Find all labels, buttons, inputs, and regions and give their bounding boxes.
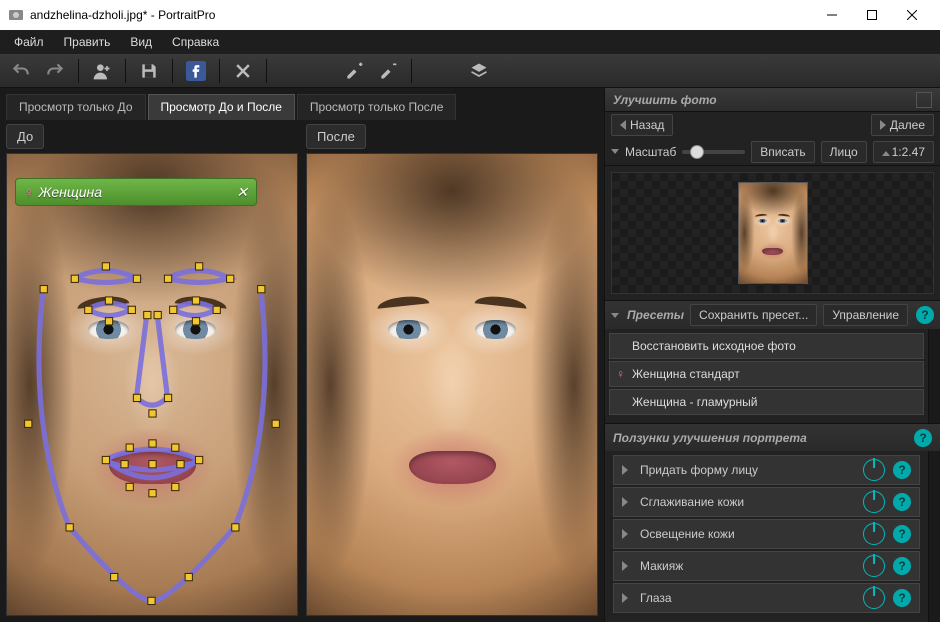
- window-titlebar: andzhelina-dzholi.jpg* - PortraitPro: [0, 0, 940, 30]
- menu-file[interactable]: Файл: [4, 32, 54, 52]
- pane-after-label: После: [306, 124, 366, 149]
- window-title: andzhelina-dzholi.jpg* - PortraitPro: [30, 8, 812, 22]
- zoom-slider[interactable]: [682, 150, 745, 154]
- expand-icon: [622, 465, 634, 475]
- preset-item[interactable]: ♀Женщина стандарт: [609, 361, 924, 387]
- presets-collapse-icon[interactable]: [611, 313, 619, 318]
- panel-detach-icon[interactable]: [916, 92, 932, 108]
- right-panel: Улучшить фото Назад Далее Масштаб Вписат…: [604, 88, 940, 622]
- facebook-button[interactable]: [181, 57, 211, 85]
- sliders-help-icon[interactable]: ?: [914, 429, 932, 447]
- tab-before-only[interactable]: Просмотр только До: [6, 94, 146, 120]
- navigator-thumbnail[interactable]: [611, 172, 934, 294]
- redo-button[interactable]: [40, 57, 70, 85]
- presets-scrollbar[interactable]: [928, 329, 940, 423]
- panel-header: Улучшить фото: [605, 88, 940, 112]
- expand-icon: [622, 593, 634, 603]
- expand-icon: [622, 497, 634, 507]
- pane-after: После: [306, 124, 598, 616]
- undo-button[interactable]: [6, 57, 36, 85]
- gender-label: Женщина: [39, 184, 103, 200]
- slider-group[interactable]: Макияж?: [613, 551, 920, 581]
- back-button[interactable]: Назад: [611, 114, 673, 136]
- back-label: Назад: [630, 118, 664, 132]
- menu-help[interactable]: Справка: [162, 32, 229, 52]
- help-icon[interactable]: ?: [893, 557, 911, 575]
- toolbar: [0, 54, 940, 88]
- power-toggle[interactable]: [863, 459, 885, 481]
- expand-icon: [622, 529, 634, 539]
- menu-bar: Файл Править Вид Справка: [0, 30, 940, 54]
- expand-icon: [622, 561, 634, 571]
- power-toggle[interactable]: [863, 555, 885, 577]
- menu-edit[interactable]: Править: [54, 32, 121, 52]
- help-icon[interactable]: ?: [893, 461, 911, 479]
- brush-remove-button[interactable]: [373, 57, 403, 85]
- add-person-button[interactable]: [87, 57, 117, 85]
- slider-group[interactable]: Глаза?: [613, 583, 920, 613]
- pane-before-label: До: [6, 124, 44, 149]
- zoom-ratio[interactable]: 1:2.47: [873, 141, 934, 163]
- tab-after-only[interactable]: Просмотр только После: [297, 94, 457, 120]
- gender-close-icon[interactable]: ✕: [236, 184, 248, 201]
- save-preset-button[interactable]: Сохранить пресет...: [690, 304, 817, 326]
- power-toggle[interactable]: [863, 491, 885, 513]
- close-button[interactable]: [892, 0, 932, 30]
- after-image[interactable]: [306, 153, 598, 616]
- panel-title: Улучшить фото: [613, 93, 717, 107]
- help-icon[interactable]: ?: [893, 589, 911, 607]
- gender-icon: ♀: [24, 184, 35, 200]
- viewer-area: Просмотр только До Просмотр До и После П…: [0, 88, 604, 622]
- brush-add-button[interactable]: [339, 57, 369, 85]
- delete-button[interactable]: [228, 57, 258, 85]
- minimize-button[interactable]: [812, 0, 852, 30]
- female-icon: ♀: [616, 367, 625, 381]
- zoom-thumb[interactable]: [690, 145, 704, 159]
- next-label: Далее: [890, 118, 925, 132]
- gender-tag[interactable]: ♀ Женщина ✕: [15, 178, 257, 206]
- slider-group[interactable]: Сглаживание кожи?: [613, 487, 920, 517]
- sliders-scrollbar[interactable]: [928, 451, 940, 622]
- layers-button[interactable]: [464, 57, 494, 85]
- presets-help-icon[interactable]: ?: [916, 306, 934, 324]
- save-button[interactable]: [134, 57, 164, 85]
- view-tabs: Просмотр только До Просмотр До и После П…: [6, 94, 598, 120]
- zoom-fit-button[interactable]: Вписать: [751, 141, 814, 163]
- preset-item[interactable]: Женщина - гламурный: [609, 389, 924, 415]
- maximize-button[interactable]: [852, 0, 892, 30]
- zoom-label[interactable]: Масштаб: [611, 145, 676, 159]
- menu-view[interactable]: Вид: [120, 32, 162, 52]
- presets-title: Пресеты: [627, 308, 684, 322]
- preset-item[interactable]: Восстановить исходное фото: [609, 333, 924, 359]
- slider-group[interactable]: Придать форму лицу?: [613, 455, 920, 485]
- next-button[interactable]: Далее: [871, 114, 934, 136]
- sliders-title: Ползунки улучшения портрета: [613, 431, 807, 445]
- zoom-face-button[interactable]: Лицо: [821, 141, 867, 163]
- slider-group[interactable]: Освещение кожи?: [613, 519, 920, 549]
- manage-presets-button[interactable]: Управление: [823, 304, 908, 326]
- before-image[interactable]: ♀ Женщина ✕: [6, 153, 298, 616]
- power-toggle[interactable]: [863, 523, 885, 545]
- power-toggle[interactable]: [863, 587, 885, 609]
- face-mesh-overlay[interactable]: [7, 154, 297, 610]
- help-icon[interactable]: ?: [893, 493, 911, 511]
- help-icon[interactable]: ?: [893, 525, 911, 543]
- app-icon: [8, 7, 24, 23]
- tab-before-after[interactable]: Просмотр До и После: [148, 94, 295, 120]
- pane-before: До: [6, 124, 298, 616]
